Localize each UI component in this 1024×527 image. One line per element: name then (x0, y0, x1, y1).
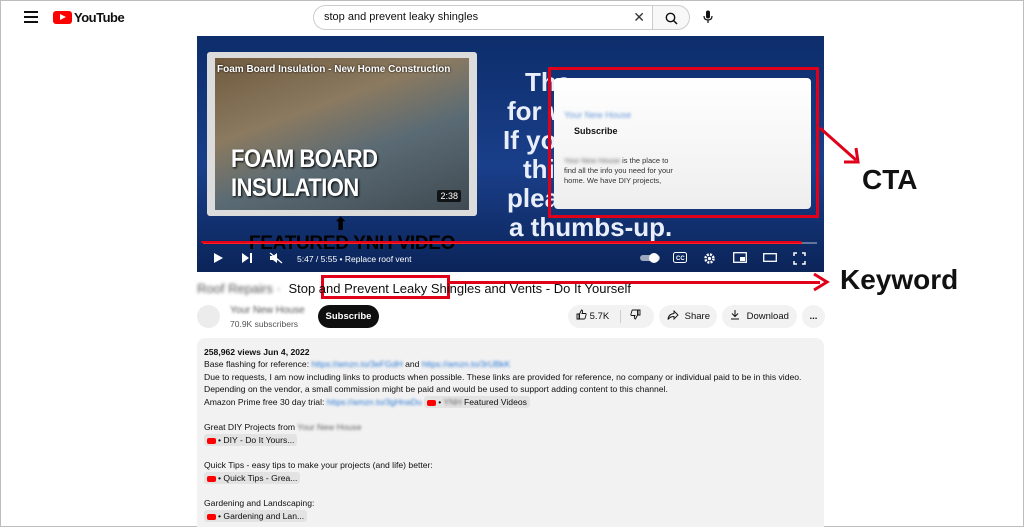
player-controls: 5:47 / 5:55 • Replace roof vent CC (197, 246, 824, 272)
thumbs-up-icon (576, 309, 587, 320)
playlist-chip-gardening[interactable]: • Gardening and Lan... (204, 509, 308, 523)
chip-label: • Quick Tips - Grea... (218, 472, 298, 483)
thumbnail-caption: FOAM BOARD INSULATION (231, 144, 378, 202)
chip-label: • DIY - Do It Yours... (218, 435, 295, 446)
cta-highlight-box (548, 67, 819, 218)
thumbnail-caption-line1: FOAM BOARD (231, 144, 378, 173)
chip-label: • Gardening and Lan... (218, 510, 305, 521)
subscriber-count: 70.9K subscribers (230, 319, 299, 329)
youtube-icon (427, 399, 437, 406)
svg-text:CC: CC (676, 256, 685, 262)
youtube-logo[interactable]: YouTube (53, 10, 125, 25)
youtube-play-icon (53, 11, 72, 24)
subscribe-button[interactable]: Subscribe (318, 305, 379, 328)
featured-videos-chip[interactable]: • YNH Featured Videos (424, 396, 530, 409)
cta-annotation-label: CTA (862, 164, 918, 195)
time-display[interactable]: 5:47 / 5:55 • Replace roof vent (297, 254, 412, 264)
thumbs-down-icon (630, 309, 641, 320)
settings-gear-icon[interactable] (703, 252, 716, 265)
youtube-icon (207, 475, 216, 482)
desc-link[interactable]: https://amzn.to/3gHnaDu (327, 397, 422, 407)
channel-avatar[interactable] (197, 305, 220, 328)
title-part1: Stop and (288, 281, 341, 296)
keyword-arrow-icon (813, 272, 830, 292)
view-stats: 258,962 views Jun 4, 2022 (204, 347, 310, 357)
mute-icon[interactable] (269, 252, 283, 264)
cta-arrow-icon (819, 126, 860, 164)
share-icon (667, 309, 679, 321)
fullscreen-icon[interactable] (793, 252, 806, 265)
microphone-icon[interactable] (703, 10, 713, 24)
chip-channel-redacted: YNH (443, 397, 462, 408)
dislike-button[interactable] (630, 305, 641, 328)
share-button[interactable]: Share (659, 305, 717, 328)
desc-link[interactable]: https://amzn.to/3rUBkK (422, 359, 510, 369)
logo-text: YouTube (74, 10, 125, 25)
description-box[interactable]: 258,962 views Jun 4, 2022 Base flashing … (197, 338, 824, 527)
desc-section-title: Quick Tips - easy tips to make your proj… (204, 459, 433, 470)
playlist-chip-diy[interactable]: • DIY - Do It Yours... (204, 434, 298, 447)
title-part2: and Vents - Do It Yourself (484, 281, 632, 296)
like-button[interactable]: 5.7K (576, 305, 609, 328)
desc-line4-text: Amazon Prime free 30 day trial: (204, 397, 325, 408)
desc-section-title: Gardening and Landscaping: (204, 497, 315, 508)
search-button[interactable] (652, 5, 690, 30)
search-box: ✕ (313, 5, 653, 30)
next-icon[interactable] (241, 252, 253, 264)
desc-line3: Depending on the vendor, a small commiss… (204, 383, 668, 394)
play-icon[interactable] (213, 252, 224, 264)
youtube-icon (207, 437, 216, 444)
menu-icon[interactable] (24, 11, 38, 23)
search-icon (665, 12, 678, 25)
captions-icon[interactable]: CC (673, 252, 687, 263)
thumbnail-caption-line2: INSULATION (231, 172, 359, 202)
youtube-icon (207, 513, 216, 520)
desc-and-text: and (405, 359, 420, 370)
download-icon (731, 310, 739, 320)
video-title: Roof Repairs · Stop and Prevent Leaky Sh… (197, 281, 631, 296)
desc-line2: Due to requests, I am now including link… (204, 371, 802, 382)
desc-line: Base flashing for reference: https://amz… (204, 358, 817, 370)
keyword-annotation-label: Keyword (840, 264, 959, 295)
desc-link[interactable]: https://amzn.to/3eFGdH (311, 359, 402, 369)
like-count: 5.7K (589, 311, 610, 322)
title-prefix-redacted: Roof Repairs · (197, 281, 281, 296)
chip-label: Featured Videos (464, 397, 527, 408)
like-divider (620, 310, 621, 323)
share-label: Share (684, 311, 710, 322)
channel-name-redacted: Your New House (297, 421, 362, 432)
like-dislike-group: 5.7K (568, 305, 654, 328)
search-input[interactable] (324, 11, 624, 23)
desc-section-title: Great DIY Projects from Your New House (204, 421, 817, 433)
download-label: Download (746, 311, 789, 322)
more-actions-button[interactable]: ... (802, 305, 825, 328)
title-keyword: Prevent Leaky Shingles (344, 281, 481, 296)
clear-search-icon[interactable]: ✕ (633, 9, 645, 26)
thumbnail-title: Foam Board Insulation - New Home Constru… (217, 64, 451, 75)
playlist-chip-quick-tips[interactable]: • Quick Tips - Grea... (204, 471, 301, 485)
theater-mode-icon[interactable] (763, 252, 777, 263)
download-button[interactable]: Download (722, 305, 797, 328)
featured-video-thumbnail[interactable]: Foam Board Insulation - New Home Constru… (207, 52, 477, 216)
top-bar: YouTube ✕ (0, 0, 1024, 36)
desc-line1-text: Base flashing for reference: (204, 359, 310, 370)
arrow-up-icon: ⬆ (333, 214, 349, 234)
miniplayer-icon[interactable] (733, 252, 747, 263)
channel-name[interactable]: Your New House (230, 305, 305, 316)
section-title-text: Great DIY Projects from (204, 421, 296, 432)
annotation-underline (201, 241, 801, 243)
thumbnail-duration: 2:38 (437, 190, 461, 202)
desc-line: Amazon Prime free 30 day trial: https://… (204, 395, 817, 409)
autoplay-toggle-icon[interactable] (639, 252, 661, 264)
